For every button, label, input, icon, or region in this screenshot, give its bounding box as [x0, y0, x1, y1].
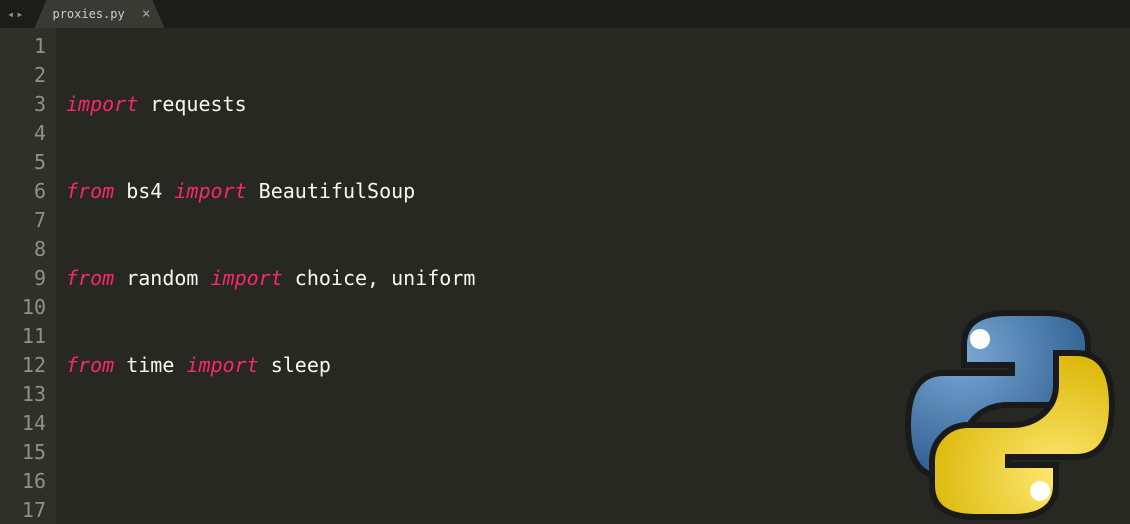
line-number: 14 [0, 409, 46, 438]
gutter: 1 2 3 4 5 6 7 8 9 10 11 12 13 14 15 16 1… [0, 28, 56, 524]
line-number: 12 [0, 351, 46, 380]
tab-proxies[interactable]: proxies.py × [34, 0, 164, 28]
nav-right-icon[interactable]: ▸ [15, 7, 24, 21]
line-number: 16 [0, 467, 46, 496]
line-number: 9 [0, 264, 46, 293]
tab-bar: ◂ ▸ proxies.py × [0, 0, 1130, 28]
line-number: 7 [0, 206, 46, 235]
code-line: from time import sleep [66, 351, 1130, 380]
line-number: 1 [0, 32, 46, 61]
nav-left-icon[interactable]: ◂ [6, 7, 15, 21]
tab-title: proxies.py [52, 7, 124, 21]
line-number: 10 [0, 293, 46, 322]
line-number: 5 [0, 148, 46, 177]
code-line: from random import choice, uniform [66, 264, 1130, 293]
line-number: 8 [0, 235, 46, 264]
code-line: import requests [66, 90, 1130, 119]
line-number: 2 [0, 61, 46, 90]
line-number: 15 [0, 438, 46, 467]
close-icon[interactable]: × [142, 7, 150, 21]
code-line: from bs4 import BeautifulSoup [66, 177, 1130, 206]
line-number: 3 [0, 90, 46, 119]
code-line [66, 438, 1130, 467]
nav-arrows: ◂ ▸ [0, 0, 30, 28]
editor: 1 2 3 4 5 6 7 8 9 10 11 12 13 14 15 16 1… [0, 28, 1130, 524]
line-number: 17 [0, 496, 46, 524]
line-number: 11 [0, 322, 46, 351]
line-number: 13 [0, 380, 46, 409]
line-number: 6 [0, 177, 46, 206]
line-number: 4 [0, 119, 46, 148]
code-area[interactable]: import requests from bs4 import Beautifu… [56, 28, 1130, 524]
